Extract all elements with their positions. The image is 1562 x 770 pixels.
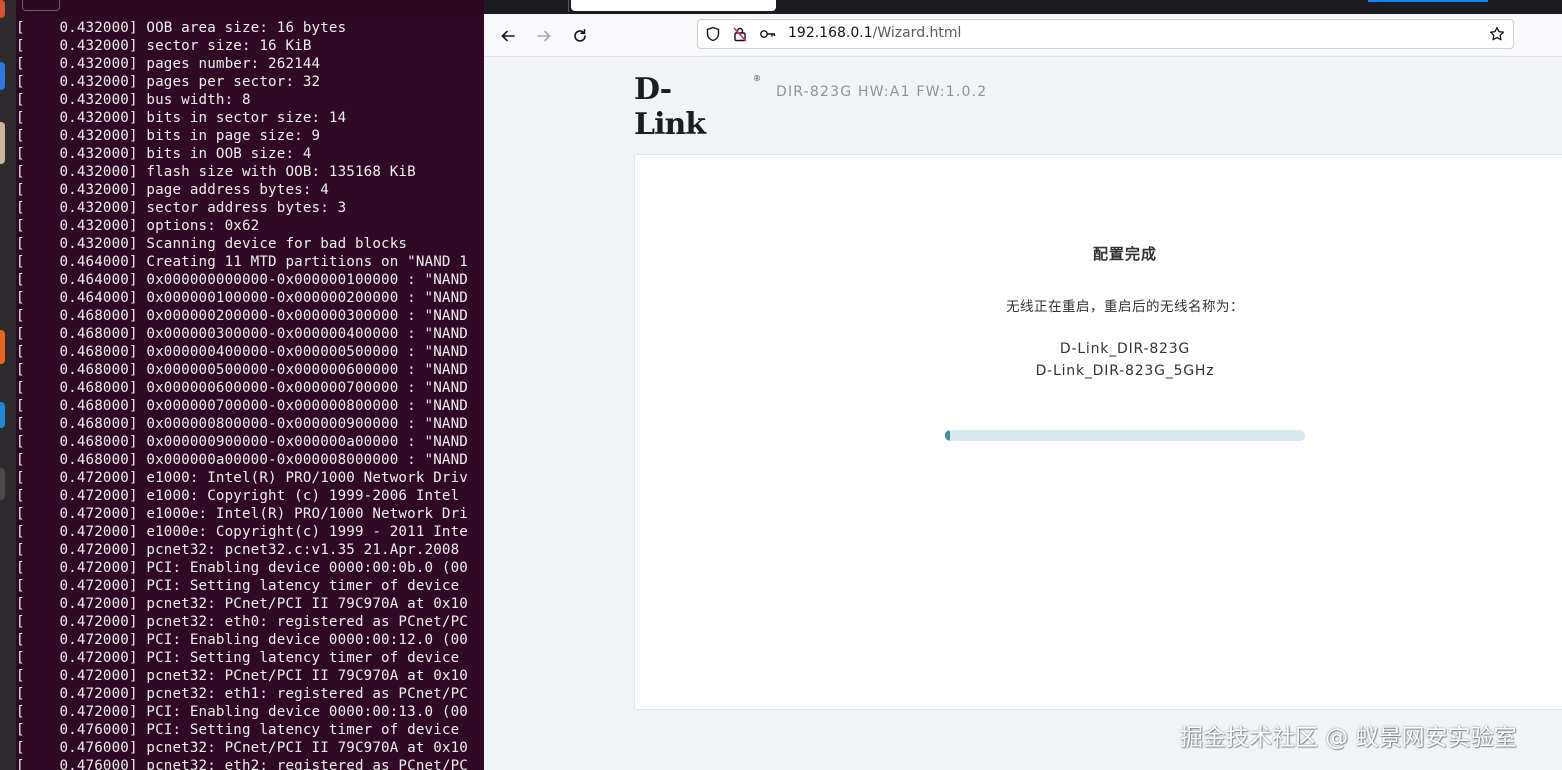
terminal-line: [ 0.432000] sector size: 16 KiB [16,38,312,54]
terminal-line: [ 0.468000] 0x000000500000-0x00000060000… [16,362,468,378]
url-bar[interactable]: 192.168.0.1/Wizard.html [697,19,1514,49]
tab-accent-bar [1368,0,1488,2]
terminal-line: [ 0.472000] e1000: Copyright (c) 1999-20… [16,488,460,504]
terminal-line: [ 0.472000] pcnet32: eth1: registered as… [16,686,468,702]
model-info: DIR-823G HW:A1 FW:1.0.2 [776,84,988,100]
progress-bar [945,430,1305,441]
terminal-line: [ 0.432000] sector address bytes: 3 [16,200,347,216]
terminal-line: [ 0.472000] pcnet32: PCnet/PCI II 79C970… [16,596,468,612]
terminal-line: [ 0.432000] pages number: 262144 [16,56,321,72]
terminal-line: [ 0.432000] pages per sector: 32 [16,74,321,90]
terminal-line: [ 0.472000] PCI: Enabling device 0000:00… [16,632,468,648]
terminal-line: [ 0.468000] 0x000000900000-0x000000a0000… [16,434,468,450]
registered-mark-icon: ® [753,74,761,83]
wizard-card: 配置完成 无线正在重启，重启后的无线名称为： D-Link_DIR-823G D… [634,154,1562,710]
key-icon[interactable] [759,25,777,43]
browser-tab-active[interactable] [571,0,776,11]
insecure-connection-icon[interactable] [731,25,749,43]
terminal-line: [ 0.468000] 0x000000600000-0x00000070000… [16,380,468,396]
terminal-line: [ 0.432000] bits in page size: 9 [16,128,321,144]
terminal-output: [ 0.432000] OOB area size: 16 bytes [ 0.4… [16,19,468,770]
url-path: /Wizard.html [872,25,962,41]
terminal-line: [ 0.432000] flash size with OOB: 135168 … [16,164,416,180]
terminal-line: [ 0.432000] page address bytes: 4 [16,182,329,198]
tracking-protection-icon[interactable] [704,25,722,43]
tab-separator [568,0,569,12]
bookmark-star-icon[interactable] [1488,25,1506,43]
terminal-line: [ 0.472000] PCI: Enabling device 0000:00… [16,704,468,720]
terminal-line: [ 0.468000] 0x000000800000-0x00000090000… [16,416,468,432]
terminal-line: [ 0.472000] pcnet32: PCnet/PCI II 79C970… [16,668,468,684]
terminal-line: [ 0.464000] Creating 11 MTD partitions o… [16,254,468,270]
dlink-logo: D-Link [634,72,706,142]
terminal-line: [ 0.472000] e1000: Intel(R) PRO/1000 Net… [16,470,468,486]
dock-app-icon[interactable] [0,468,5,500]
browser-navbar: 192.168.0.1/Wizard.html [484,14,1562,57]
terminal-window[interactable]: [ 0.432000] OOB area size: 16 bytes [ 0.4… [16,0,484,770]
card-message: 无线正在重启，重启后的无线名称为： [1006,299,1244,315]
terminal-line: [ 0.468000] 0x000000200000-0x00000030000… [16,308,468,324]
progress-fill [945,430,951,441]
terminal-titlebar [16,0,484,18]
dock-app-icon[interactable] [0,330,5,364]
ssid-24g: D-Link_DIR-823G [1059,341,1191,357]
terminal-line: [ 0.468000] 0x000000a00000-0x00000800000… [16,452,468,468]
terminal-line: [ 0.432000] bits in OOB size: 4 [16,146,312,162]
terminal-line: [ 0.472000] pcnet32: pcnet32.c:v1.35 21.… [16,542,460,558]
terminal-line: [ 0.472000] e1000e: Copyright(c) 1999 - … [16,524,468,540]
ssid-5g: D-Link_DIR-823G_5GHz [1035,363,1215,379]
url-text[interactable]: 192.168.0.1/Wizard.html [788,25,961,41]
terminal-line: [ 0.464000] 0x000000100000-0x00000020000… [16,290,468,306]
terminal-line: [ 0.472000] pcnet32: eth0: registered as… [16,614,468,630]
terminal-line: [ 0.476000] pcnet32: eth2: registered as… [16,758,468,770]
terminal-line: [ 0.472000] e1000e: Intel(R) PRO/1000 Ne… [16,506,468,522]
card-title: 配置完成 [1092,245,1157,263]
browser-window: 192.168.0.1/Wizard.html D-Link ® DIR-823… [484,0,1562,770]
terminal-line: [ 0.472000] PCI: Setting latency timer o… [16,650,460,666]
terminal-line: [ 0.432000] Scanning device for bad bloc… [16,236,408,252]
dock-app-icon[interactable] [0,62,5,90]
terminal-line: [ 0.468000] 0x000000400000-0x00000050000… [16,344,468,360]
terminal-line: [ 0.432000] bits in sector size: 14 [16,110,347,126]
terminal-tab[interactable] [22,0,60,11]
dock-app-icon[interactable] [0,122,5,164]
reload-icon[interactable] [566,22,594,50]
dock-app-icon[interactable] [0,0,5,18]
url-host: 192.168.0.1 [788,25,873,41]
watermark: 掘金技术社区 @ 蚁景网安实验室 [1180,725,1517,751]
back-arrow-icon[interactable] [494,22,522,50]
terminal-line: [ 0.472000] PCI: Setting latency timer o… [16,578,460,594]
terminal-line: [ 0.432000] options: 0x62 [16,218,260,234]
dock-app-icon[interactable] [0,402,5,428]
ubuntu-dock [0,0,16,770]
terminal-line: [ 0.468000] 0x000000300000-0x00000040000… [16,326,468,342]
terminal-line: [ 0.464000] 0x000000000000-0x00000010000… [16,272,468,288]
terminal-line: [ 0.476000] PCI: Setting latency timer o… [16,722,460,738]
terminal-line: [ 0.468000] 0x000000700000-0x00000080000… [16,398,468,414]
forward-arrow-icon[interactable] [530,22,558,50]
browser-tabbar [484,0,1562,14]
terminal-line: [ 0.476000] pcnet32: PCnet/PCI II 79C970… [16,740,468,756]
terminal-line: [ 0.472000] PCI: Enabling device 0000:00… [16,560,468,576]
terminal-line: [ 0.432000] OOB area size: 16 bytes [16,20,347,36]
terminal-line: [ 0.432000] bus width: 8 [16,92,251,108]
